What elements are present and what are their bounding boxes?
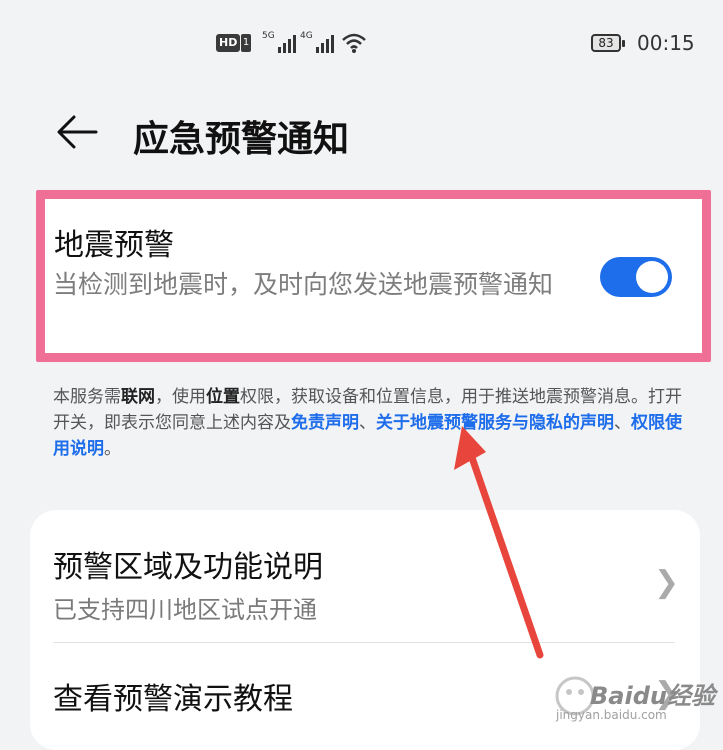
warning-area-item-title[interactable]: 预警区域及功能说明: [53, 542, 323, 586]
privacy-statement-link[interactable]: 关于地震预警服务与隐私的声明: [376, 413, 614, 433]
earthquake-warning-title: 地震预警: [54, 228, 174, 263]
wifi-icon: [342, 33, 366, 53]
warning-area-item-subtitle: 已支持四川地区试点开通: [53, 596, 317, 624]
note-bold-network: 联网: [121, 387, 155, 407]
sim-badge: 1: [241, 34, 251, 52]
signal-4g-icon: 4G: [300, 31, 334, 53]
note-text: 。: [104, 439, 121, 459]
arrow-left-icon[interactable]: [56, 112, 98, 152]
signal-5g-label: 5G: [262, 31, 275, 41]
note-text: 、: [359, 413, 376, 433]
status-bar: HD 1 5G 4G 83 00:15: [0, 28, 723, 60]
demo-tutorial-item-title[interactable]: 查看预警演示教程: [53, 674, 293, 718]
disclaimer-link[interactable]: 免责声明: [291, 413, 359, 433]
page-title: 应急预警通知: [133, 119, 350, 160]
earthquake-warning-toggle[interactable]: [600, 257, 672, 297]
battery-icon: 83: [591, 34, 625, 52]
earthquake-warning-subtitle: 当检测到地震时，及时向您发送地震预警通知: [53, 270, 554, 299]
chevron-right-icon[interactable]: ❯: [654, 565, 679, 600]
note-bold-location: 位置: [206, 387, 240, 407]
baidu-watermark-url: jingyan.baidu.com: [556, 708, 667, 722]
divider: [53, 642, 675, 643]
note-text: 、: [614, 413, 631, 433]
clock: 00:15: [637, 31, 695, 55]
toggle-knob: [636, 261, 668, 293]
signal-5g-icon: 5G: [262, 31, 296, 53]
hd-badge: HD: [216, 34, 241, 52]
signal-4g-label: 4G: [300, 31, 313, 41]
note-text: ，使用: [155, 387, 206, 407]
note-text: 本服务需: [53, 387, 121, 407]
baidu-watermark-text: Baidu经验: [590, 682, 715, 710]
service-note: 本服务需联网，使用位置权限，获取设备和位置信息，用于推送地震预警消息。打开开关，…: [53, 384, 693, 462]
